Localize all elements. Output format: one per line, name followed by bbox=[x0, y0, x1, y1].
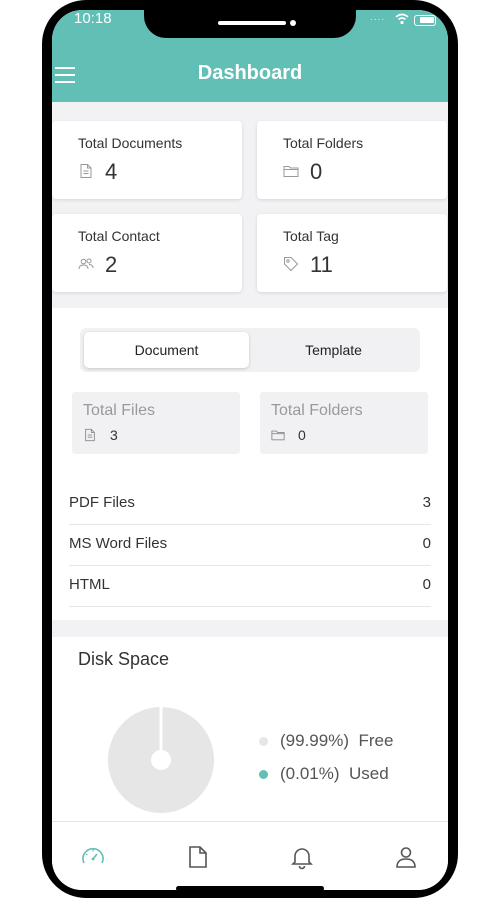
segmented-control: Document Template bbox=[80, 328, 420, 372]
tab-template[interactable]: Template bbox=[251, 332, 416, 368]
list-item-label: PDF Files bbox=[69, 494, 135, 511]
stat-label: Total Contact bbox=[78, 228, 160, 244]
files-panel: Document Template Total Files 3 Total Fo… bbox=[52, 308, 448, 620]
camera-dot bbox=[290, 20, 296, 26]
legend-used-text: (0.01%) Used bbox=[280, 764, 389, 783]
pie-hole bbox=[151, 750, 171, 770]
disk-space-card: Disk Space (99.99%) Free (0.01%) Used bbox=[52, 637, 448, 837]
document-icon bbox=[85, 428, 95, 442]
bottom-tab-bar bbox=[52, 821, 448, 890]
list-item-value: 3 bbox=[422, 494, 431, 511]
status-time: 10:18 bbox=[74, 10, 112, 27]
app-screen: 10:18 .... Dashboard Total Documents 4 T… bbox=[52, 10, 448, 890]
list-item-value: 0 bbox=[422, 535, 431, 552]
contacts-icon bbox=[78, 258, 94, 270]
stat-label: Total Folders bbox=[283, 135, 364, 151]
total-folders-value: 0 bbox=[298, 427, 306, 443]
wifi-icon bbox=[395, 13, 409, 25]
total-folders-card[interactable]: Total Folders 0 bbox=[260, 392, 428, 454]
stat-value: 0 bbox=[310, 159, 323, 184]
list-item-label: HTML bbox=[69, 576, 110, 593]
battery-icon bbox=[414, 15, 436, 26]
list-item-html[interactable]: HTML 0 bbox=[69, 566, 431, 607]
list-item-label: MS Word Files bbox=[69, 535, 168, 552]
legend-free-text: (99.99%) Free bbox=[280, 731, 394, 750]
stat-label: Total Tag bbox=[283, 228, 339, 244]
stat-card-total-tag[interactable]: Total Tag 11 bbox=[257, 214, 447, 292]
signal-icon: .... bbox=[370, 12, 386, 23]
user-icon[interactable] bbox=[393, 844, 419, 870]
list-item-ms-word-files[interactable]: MS Word Files 0 bbox=[69, 525, 431, 566]
folder-icon bbox=[271, 430, 285, 441]
stat-label: Total Documents bbox=[78, 135, 183, 151]
document-icon[interactable] bbox=[185, 844, 211, 870]
tag-icon bbox=[284, 257, 299, 272]
list-item-pdf-files[interactable]: PDF Files 3 bbox=[69, 484, 431, 525]
tab-document[interactable]: Document bbox=[84, 332, 249, 368]
stat-value: 2 bbox=[105, 252, 118, 277]
stat-value: 11 bbox=[310, 252, 333, 277]
stat-card-total-documents[interactable]: Total Documents 4 bbox=[52, 121, 242, 199]
stat-card-total-folders[interactable]: Total Folders 0 bbox=[257, 121, 447, 199]
total-files-value: 3 bbox=[110, 427, 118, 443]
page-title: Dashboard bbox=[197, 62, 303, 84]
stat-card-total-contact[interactable]: Total Contact 2 bbox=[52, 214, 242, 292]
legend-dot-used bbox=[259, 770, 268, 779]
notch bbox=[144, 10, 356, 38]
home-indicator bbox=[176, 886, 324, 890]
total-files-label: Total Files bbox=[83, 402, 156, 419]
list-item-value: 0 bbox=[422, 576, 431, 593]
folder-icon bbox=[283, 166, 299, 177]
disk-space-pie-chart bbox=[108, 707, 214, 813]
total-files-card[interactable]: Total Files 3 bbox=[72, 392, 240, 454]
total-folders-label: Total Folders bbox=[271, 402, 363, 419]
bell-icon[interactable] bbox=[289, 844, 315, 870]
disk-space-title: Disk Space bbox=[78, 649, 170, 669]
dashboard-icon[interactable] bbox=[80, 844, 106, 870]
document-icon bbox=[80, 164, 92, 178]
speaker-grille bbox=[218, 21, 286, 25]
legend-dot-free bbox=[259, 737, 268, 746]
stat-value: 4 bbox=[105, 159, 118, 184]
